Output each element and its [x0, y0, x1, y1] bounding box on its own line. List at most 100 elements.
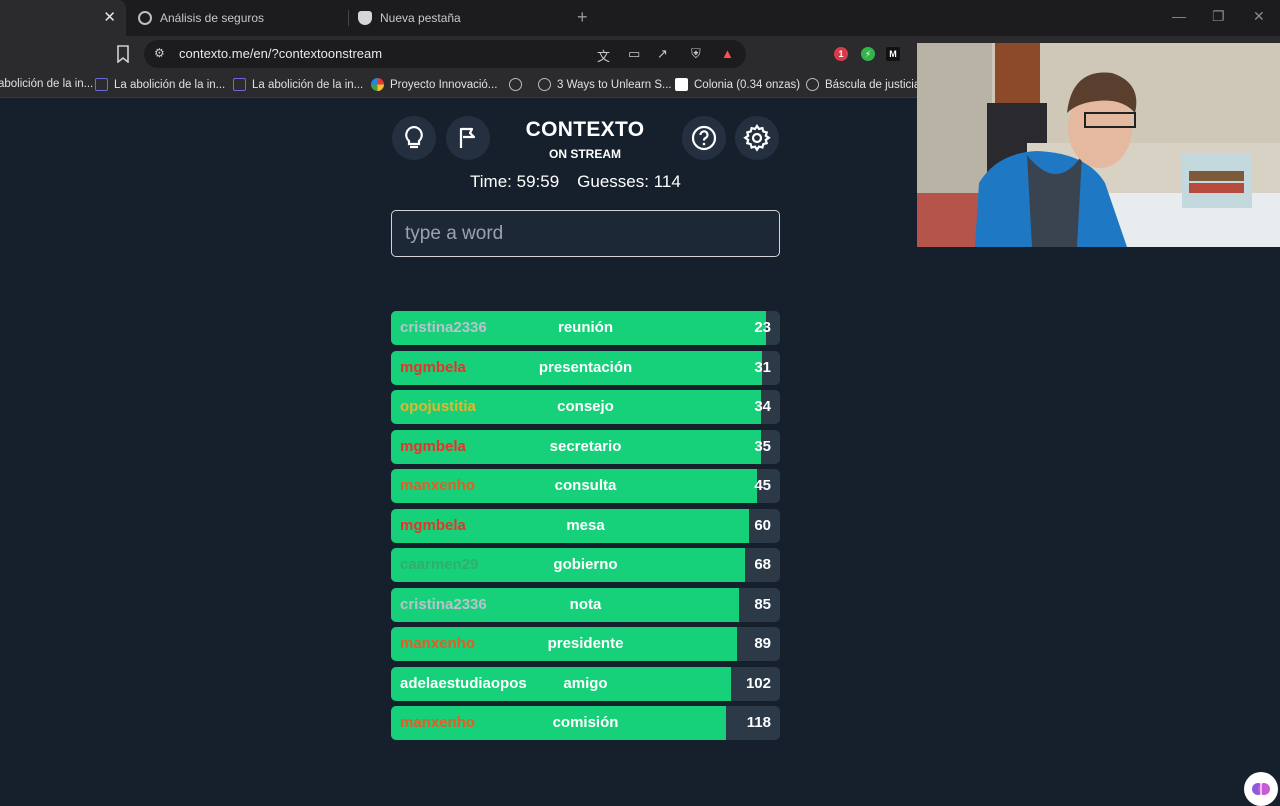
bookmark-item[interactable] [509, 78, 528, 91]
bookmark-item[interactable]: Colonia (0.34 onzas) [675, 78, 800, 91]
time-value: 59:59 [516, 172, 560, 191]
guess-row: cristina2336 nota 85 [391, 587, 780, 622]
guess-rank: 68 [754, 556, 771, 573]
bookmark-item[interactable]: La abolición de la in... [233, 78, 363, 91]
guess-row: caarmen29 gobierno 68 [391, 548, 780, 582]
guess-word: secretario [549, 437, 622, 455]
question-icon [691, 125, 717, 151]
google-icon [371, 78, 384, 91]
guess-word: reunión [558, 319, 613, 336]
bookmark-item[interactable]: 3 Ways to Unlearn S... [538, 78, 672, 91]
guess-word: nota [569, 595, 602, 613]
guess-word: gobierno [553, 556, 618, 573]
close-window-icon[interactable]: ✕ [1253, 8, 1265, 25]
time-label: Time: [470, 172, 512, 191]
guess-word: consulta [554, 477, 617, 494]
guess-row: manxenho comisión 118 [391, 706, 780, 740]
site-settings-icon[interactable]: ⚙ [154, 46, 165, 60]
guess-row: mgmbela presentación 31 [391, 350, 780, 385]
brave-shields-icon[interactable]: ⛨ [691, 46, 701, 62]
settings-button[interactable] [735, 116, 779, 160]
guess-row: adelaestudiaopos amigo 102 [391, 666, 780, 701]
tab-active[interactable]: ✕ [0, 0, 126, 36]
guess-rank: 85 [754, 595, 771, 613]
guess-rank: 102 [745, 674, 771, 692]
tab-divider [348, 10, 349, 26]
guess-word: consejo [557, 398, 614, 415]
brave-rewards-icon[interactable]: ▲ [721, 46, 734, 61]
minimize-icon[interactable]: — [1172, 8, 1186, 24]
guess-word: presentación [538, 358, 633, 376]
tab-nueva-pestana[interactable]: Nueva pestaña [358, 0, 568, 36]
guess-rank: 35 [754, 437, 771, 455]
extension-icon[interactable]: 1 [834, 47, 848, 61]
globe-icon [538, 78, 551, 91]
guess-row: manxenho presidente 89 [391, 627, 780, 661]
extension-bolt-icon[interactable]: ⚡ [861, 47, 875, 61]
bookmark-item[interactable]: La abolición de la in... [95, 78, 225, 91]
tab-analisis-de-seguros[interactable]: Análisis de seguros [138, 0, 343, 36]
guess-word: presidente [547, 635, 624, 652]
guess-row: manxenho consulta 45 [391, 469, 780, 503]
bookmark-label: Báscula de justicia... [825, 78, 930, 91]
floating-extension-button[interactable] [1244, 772, 1278, 806]
share-icon[interactable]: ↗ [657, 46, 668, 62]
bookmark-item[interactable]: abolición de la in... [0, 78, 93, 90]
guess-row: mgmbela secretario 35 [391, 429, 780, 464]
webcam-image [917, 43, 1280, 247]
bookmark-label: La abolición de la in... [114, 78, 226, 91]
guess-rank: 89 [754, 635, 771, 652]
guesses-value: 114 [653, 172, 681, 191]
bookmark-label: abolición de la in... [0, 78, 94, 90]
bookmark-item[interactable]: Báscula de justicia... [806, 78, 930, 91]
guess-rank: 45 [754, 477, 771, 494]
close-tab-icon[interactable]: ✕ [103, 9, 116, 27]
bookmark-icon[interactable] [116, 45, 130, 63]
tab-bar: ✕ Análisis de seguros Nueva pestaña + — … [0, 0, 1280, 36]
translate-icon[interactable]: 文 [597, 46, 610, 65]
guesses-label: Guesses: [577, 172, 649, 191]
extension-m-icon[interactable]: M [886, 47, 900, 61]
bookmark-label: La abolición de la in... [252, 78, 364, 91]
document-icon [95, 78, 108, 91]
page-subtitle: ON STREAM [549, 147, 621, 161]
globe-icon [509, 78, 522, 91]
chatgpt-icon [138, 11, 152, 25]
restore-icon[interactable]: ❐ [1212, 8, 1225, 25]
guess-row: mgmbela mesa 60 [391, 508, 780, 543]
bookmark-label: Colonia (0.34 onzas) [694, 78, 801, 91]
lightbulb-icon [405, 125, 423, 149]
address-bar[interactable]: ⚙ contexto.me/en/?contextoonstream 文 ▭ ↗… [144, 40, 746, 68]
brave-shield-icon [358, 11, 372, 25]
hint-button[interactable] [392, 116, 436, 160]
guess-rank: 23 [754, 319, 771, 336]
extension-m-label: M [889, 49, 897, 59]
flag-icon [459, 127, 476, 148]
gear-icon [743, 124, 771, 152]
bookmark-label: Proyecto Innovació... [390, 78, 498, 91]
bookmark-label: 3 Ways to Unlearn S... [557, 78, 672, 91]
guess-word: comisión [552, 714, 619, 731]
guess-rank: 60 [754, 516, 771, 534]
give-up-button[interactable] [446, 116, 490, 160]
document-icon [233, 78, 246, 91]
guess-rank: 118 [746, 714, 771, 731]
game-stats: Time: 59:59 Guesses: 114 [470, 172, 710, 192]
help-button[interactable] [682, 116, 726, 160]
new-tab-icon[interactable]: + [577, 8, 588, 26]
amazon-icon [675, 78, 688, 91]
tab-label: Análisis de seguros [160, 11, 265, 25]
tab-label: Nueva pestaña [380, 11, 461, 25]
page-title: CONTEXTO [525, 118, 645, 141]
word-input[interactable] [391, 210, 780, 257]
bookmark-item[interactable]: Proyecto Innovació... [371, 78, 497, 91]
guess-list: cristina2336 reunión 23 mgmbela presentación… [391, 311, 780, 746]
extension-badge: 1 [838, 49, 844, 59]
url-text[interactable]: contexto.me/en/?contextoonstream [179, 46, 382, 61]
globe-icon [806, 78, 819, 91]
guess-word: amigo [563, 674, 608, 692]
guess-word: mesa [566, 516, 605, 534]
guess-row: cristina2336 reunión 23 [391, 311, 780, 345]
brain-icon [1252, 783, 1270, 795]
cast-icon[interactable]: ▭ [628, 46, 640, 62]
